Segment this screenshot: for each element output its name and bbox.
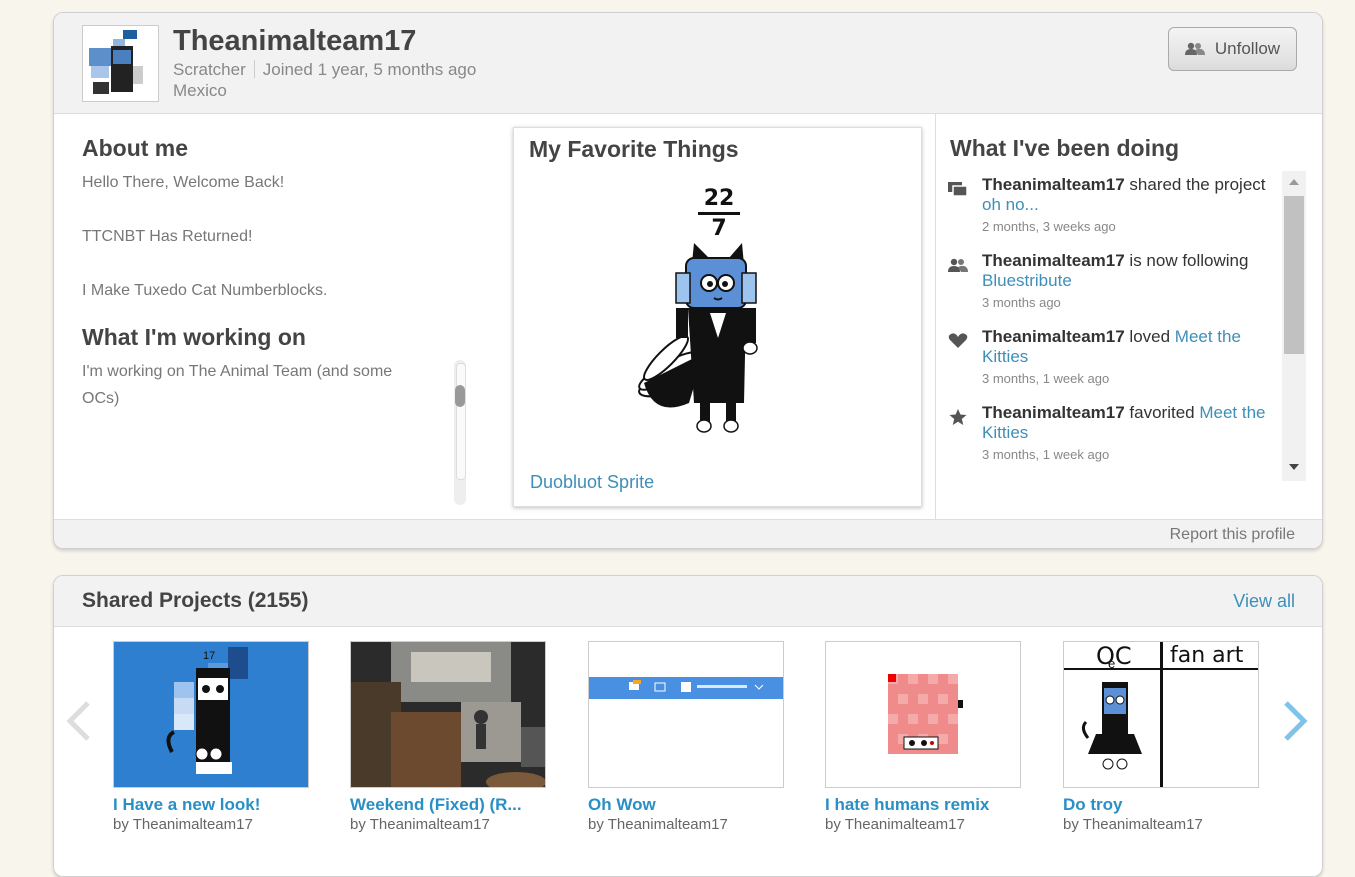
activity-target-link[interactable]: oh no...	[982, 195, 1039, 214]
carousel-next-icon[interactable]	[1282, 701, 1308, 741]
meta-divider	[253, 60, 255, 78]
project-thumbnail[interactable]: OC e fan art	[1063, 641, 1259, 788]
heart-icon	[948, 333, 968, 348]
shared-projects-header: Shared Projects (2155) View all	[54, 576, 1322, 627]
project-thumbnail[interactable]	[825, 641, 1021, 788]
unfollow-label: Unfollow	[1214, 39, 1281, 58]
profile-panel: Theanimalteam17 Scratcher Joined 1 year, …	[53, 12, 1323, 549]
project-title[interactable]: Oh Wow	[588, 795, 786, 815]
project-title[interactable]: I hate humans remix	[825, 795, 1023, 815]
project-card[interactable]: I hate humans remix by Theanimalteam17	[825, 641, 1023, 833]
activity-item: Theanimalteam17 favorited Meet the Kitti…	[948, 403, 1278, 463]
activity-user[interactable]: Theanimalteam17	[982, 175, 1125, 194]
working-on-text: I'm working on The Animal Team (and some…	[82, 363, 393, 407]
project-author[interactable]: by Theanimalteam17	[1063, 816, 1261, 833]
thumb-fan-art-label: fan art	[1170, 643, 1244, 668]
user-location: Mexico	[173, 81, 227, 100]
activity-user[interactable]: Theanimalteam17	[982, 403, 1125, 422]
activity-user[interactable]: Theanimalteam17	[982, 327, 1125, 346]
scroll-down-icon[interactable]	[1289, 464, 1299, 470]
activity-title: What I've been doing	[950, 135, 1180, 161]
project-thumbnail[interactable]: 17	[113, 641, 309, 788]
favorite-project-image[interactable]: 22 7	[614, 188, 824, 438]
activity-item: Theanimalteam17 is now following Bluestr…	[948, 251, 1278, 311]
activity-item: Theanimalteam17 loved Meet the Kitties 3…	[948, 327, 1278, 387]
favorites-title: My Favorite Things	[529, 136, 739, 162]
thumb-oc-subscript: e	[1108, 656, 1116, 671]
favorite-things-box: My Favorite Things 22 7 Duobluot Sprite	[513, 127, 922, 507]
project-author[interactable]: by Theanimalteam17	[350, 816, 548, 833]
activity-user[interactable]: Theanimalteam17	[982, 251, 1125, 270]
fraction-denominator: 7	[711, 216, 727, 241]
about-line-3: I Make Tuxedo Cat Numberblocks.	[82, 282, 328, 299]
project-title[interactable]: Do troy	[1063, 795, 1261, 815]
follow-icon	[948, 258, 968, 272]
report-profile-link[interactable]: Report this profile	[1170, 526, 1295, 544]
column-divider	[935, 113, 936, 519]
project-card[interactable]: Weekend (Fixed) (R... by Theanimalteam17	[350, 641, 548, 833]
fraction-numerator: 22	[703, 186, 735, 211]
users-icon	[1184, 42, 1205, 55]
scroll-thumb[interactable]	[455, 385, 465, 407]
avatar[interactable]	[82, 25, 159, 102]
join-date: Joined 1 year, 5 months ago	[262, 60, 477, 79]
project-title[interactable]: Weekend (Fixed) (R...	[350, 795, 548, 815]
project-thumbnail[interactable]	[588, 641, 784, 788]
unfollow-button[interactable]: Unfollow	[1168, 27, 1297, 71]
shared-projects-title: Shared Projects (2155)	[82, 589, 309, 612]
username: Theanimalteam17	[173, 25, 417, 57]
scroll-up-icon[interactable]	[1289, 179, 1299, 185]
activity-time: 3 months ago	[982, 295, 1061, 310]
profile-footer: Report this profile	[54, 519, 1322, 548]
user-meta: Scratcher Joined 1 year, 5 months ago	[173, 60, 476, 80]
activity-item: Theanimalteam17 shared the project oh no…	[948, 175, 1278, 235]
star-icon	[949, 409, 967, 425]
project-thumbnail[interactable]	[350, 641, 546, 788]
carousel-prev-icon[interactable]	[66, 701, 92, 741]
favorite-project-link[interactable]: Duobluot Sprite	[530, 472, 654, 493]
activity-scrollbar[interactable]	[1282, 171, 1306, 481]
working-on-scrollbar[interactable]	[454, 360, 466, 505]
project-card[interactable]: Oh Wow by Theanimalteam17	[588, 641, 786, 833]
user-role: Scratcher	[173, 60, 246, 79]
activity-time: 3 months, 1 week ago	[982, 447, 1110, 462]
profile-header: Theanimalteam17 Scratcher Joined 1 year, …	[54, 13, 1322, 114]
share-icon	[948, 182, 968, 197]
project-title[interactable]: I Have a new look!	[113, 795, 311, 815]
project-author[interactable]: by Theanimalteam17	[825, 816, 1023, 833]
activity-target-link[interactable]: Bluestribute	[982, 271, 1072, 290]
project-author[interactable]: by Theanimalteam17	[113, 816, 311, 833]
activity-time: 3 months, 1 week ago	[982, 371, 1110, 386]
project-author[interactable]: by Theanimalteam17	[588, 816, 786, 833]
working-on-title: What I'm working on	[82, 324, 306, 350]
about-title: About me	[82, 135, 189, 161]
project-card[interactable]: 17 I Have a new look! by Theanimalteam17	[113, 641, 311, 833]
shared-projects-panel: Shared Projects (2155) View all 17 I Hav…	[53, 575, 1323, 877]
about-line-1: Hello There, Welcome Back!	[82, 174, 285, 191]
activity-time: 2 months, 3 weeks ago	[982, 219, 1116, 234]
thumb-number: 17	[203, 650, 216, 662]
project-card[interactable]: OC e fan art Do troy by Theanimalteam17	[1063, 641, 1261, 833]
view-all-link[interactable]: View all	[1233, 591, 1295, 612]
scroll-thumb[interactable]	[1284, 196, 1304, 354]
about-line-2: TTCNBT Has Returned!	[82, 228, 253, 245]
